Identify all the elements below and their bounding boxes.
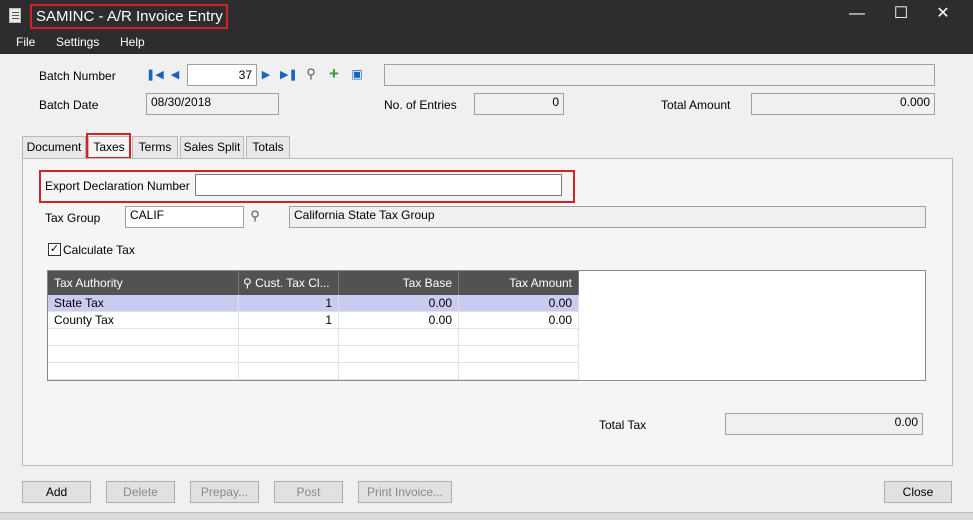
table-row-empty: [48, 363, 239, 380]
table-row-empty: [459, 363, 579, 380]
batch-date-field: 08/30/2018: [146, 93, 279, 115]
add-batch-icon[interactable]: +: [327, 65, 341, 82]
table-row-empty: [48, 346, 239, 363]
table-row-cell-authority[interactable]: County Tax: [48, 312, 239, 329]
table-row-empty: [48, 329, 239, 346]
last-record-icon[interactable]: ▶❚: [280, 68, 298, 82]
next-record-icon[interactable]: ▶: [259, 68, 273, 82]
entries-field: 0: [474, 93, 564, 115]
menu-help[interactable]: Help: [120, 35, 145, 49]
table-row-empty: [239, 363, 339, 380]
table-row-empty: [339, 346, 459, 363]
column-header-cust-tax-class[interactable]: ⚲ Cust. Tax Cl...: [239, 271, 339, 295]
table-row-cell-class[interactable]: 1: [239, 312, 339, 329]
first-record-icon[interactable]: ❚◀: [146, 68, 164, 82]
column-header-tax-base[interactable]: Tax Base: [339, 271, 459, 295]
delete-button[interactable]: Delete: [106, 481, 175, 503]
table-row-empty: [459, 329, 579, 346]
app-window: SAMINC - A/R Invoice Entry — ☐ ✕ File Se…: [0, 0, 973, 520]
menu-bar: File Settings Help: [0, 32, 973, 54]
batch-number-field[interactable]: 37: [187, 64, 257, 86]
table-row-empty: [339, 329, 459, 346]
batch-info-icon[interactable]: ▣: [350, 67, 364, 81]
search-icon[interactable]: ⚲: [304, 67, 318, 81]
maximize-icon[interactable]: ☐: [880, 0, 922, 30]
column-header-cust-tax-class-label: Cust. Tax Cl...: [255, 276, 330, 290]
calculate-tax-label: Calculate Tax: [63, 243, 135, 257]
export-declaration-input[interactable]: [195, 174, 562, 196]
tax-authority-grid: Tax Authority ⚲ Cust. Tax Cl... Tax Base…: [47, 270, 926, 381]
total-tax-field: 0.00: [725, 413, 923, 435]
previous-record-icon[interactable]: ◀: [168, 68, 182, 82]
batch-description-field: [384, 64, 935, 86]
menu-settings[interactable]: Settings: [56, 35, 99, 49]
entries-label: No. of Entries: [384, 98, 457, 112]
column-header-tax-authority[interactable]: Tax Authority: [48, 271, 239, 295]
window-title: SAMINC - A/R Invoice Entry: [30, 4, 228, 29]
batch-date-label: Batch Date: [39, 98, 99, 112]
add-button[interactable]: Add: [22, 481, 91, 503]
column-header-tax-amount[interactable]: Tax Amount: [459, 271, 579, 295]
tax-group-search-icon[interactable]: ⚲: [248, 209, 262, 223]
title-bar: SAMINC - A/R Invoice Entry — ☐ ✕: [0, 0, 973, 32]
table-row-cell-amount[interactable]: 0.00: [459, 295, 579, 312]
table-row-empty: [339, 363, 459, 380]
batch-number-label: Batch Number: [39, 69, 116, 83]
column-search-icon[interactable]: ⚲: [243, 276, 255, 290]
tab-terms[interactable]: Terms: [132, 136, 178, 158]
table-row-cell-base[interactable]: 0.00: [339, 295, 459, 312]
tab-totals[interactable]: Totals: [246, 136, 290, 158]
total-amount-label: Total Amount: [661, 98, 731, 112]
total-tax-label: Total Tax: [599, 418, 647, 432]
tab-sales-split[interactable]: Sales Split: [180, 136, 244, 158]
table-row-cell-amount[interactable]: 0.00: [459, 312, 579, 329]
taxes-tab-highlight: [86, 133, 131, 159]
table-row-cell-class[interactable]: 1: [239, 295, 339, 312]
calculate-tax-checkbox[interactable]: ✓: [48, 243, 61, 256]
document-icon: [9, 8, 21, 23]
table-row-empty: [239, 329, 339, 346]
tax-group-field[interactable]: CALIF: [125, 206, 244, 228]
tax-group-description-field: California State Tax Group: [289, 206, 926, 228]
total-amount-field: 0.000: [751, 93, 935, 115]
tab-document[interactable]: Document: [22, 136, 86, 158]
prepay-button[interactable]: Prepay...: [190, 481, 259, 503]
table-row-cell-authority[interactable]: State Tax: [48, 295, 239, 312]
table-row-cell-base[interactable]: 0.00: [339, 312, 459, 329]
tax-group-label: Tax Group: [45, 211, 101, 225]
print-invoice-button[interactable]: Print Invoice...: [358, 481, 452, 503]
close-icon[interactable]: ✕: [922, 0, 964, 30]
export-declaration-label: Export Declaration Number: [45, 179, 190, 193]
status-bar: [0, 512, 973, 520]
table-row-empty: [459, 346, 579, 363]
table-row-empty: [239, 346, 339, 363]
menu-file[interactable]: File: [16, 35, 35, 49]
minimize-icon[interactable]: —: [836, 0, 878, 30]
close-button[interactable]: Close: [884, 481, 952, 503]
post-button[interactable]: Post: [274, 481, 343, 503]
